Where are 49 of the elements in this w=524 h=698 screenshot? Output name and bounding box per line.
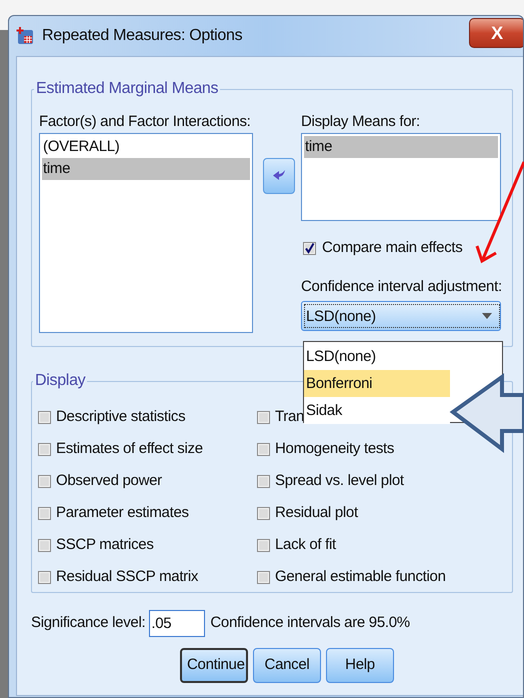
dialog-button[interactable]: Continue [180,648,248,683]
confidence-note: Confidence intervals are 95.0% [210,612,410,633]
checkbox-label: Homogeneity tests [275,438,394,459]
window-title: Repeated Measures: Options [42,26,242,46]
checkbox[interactable] [38,474,51,488]
checkbox-label: Spread vs. level plot [275,470,404,491]
checkbox-label: Parameter estimates [56,502,189,523]
checkbox-label: Compare main effects [322,238,462,258]
caret-icon [482,313,492,319]
checkbox[interactable] [38,442,51,456]
checkbox[interactable] [257,506,270,520]
checkbox-label: General estimable function [275,566,446,587]
arrow-left-icon [272,169,286,183]
significance-field[interactable]: .05 [149,610,206,636]
dialog-button[interactable]: Cancel [253,648,321,683]
checkbox[interactable] [38,570,51,584]
field-label: Significance level: [31,612,146,633]
checkbox-label: Residual SSCP matrix [56,566,198,587]
checkbox[interactable] [38,410,51,424]
field-label: Confidence interval adjustment: [301,277,503,296]
checkbox-label: Lack of fit [275,534,336,555]
checkbox[interactable] [257,538,270,552]
checkbox[interactable] [303,242,316,254]
group-title: Display [34,371,86,391]
list-label: Display Means for: [301,112,421,132]
close-button[interactable]: X [469,18,523,48]
move-button[interactable] [263,158,295,194]
checkbox[interactable] [38,538,51,552]
group-title: Estimated Marginal Means [35,79,220,99]
checkbox[interactable] [38,506,51,520]
list-item[interactable]: time [304,136,498,158]
checkbox-label: Estimates of effect size [56,438,203,459]
checkbox[interactable] [257,442,270,456]
checkbox-label: Tran [275,406,304,427]
checkbox-label: Descriptive statistics [56,406,186,427]
table-plus-icon [15,26,35,46]
dialog-button[interactable]: Help [326,648,394,683]
checkbox[interactable] [257,410,270,424]
checkbox[interactable] [257,474,270,488]
list-item[interactable]: time [42,158,250,180]
factors-list[interactable]: (OVERALL) time [39,133,253,333]
dropdown-option[interactable]: Bonferroni [304,370,450,397]
checkbox[interactable] [257,570,270,584]
dropdown-menu[interactable]: LSD(none) Bonferroni Sidak [303,341,503,423]
checkbox-label: SSCP matrices [56,534,154,555]
checkbox-label: Observed power [56,470,162,491]
checkbox-label: Residual plot [275,502,358,523]
display-means-list[interactable]: time [301,133,501,221]
list-label: Factor(s) and Factor Interactions: [39,112,252,132]
